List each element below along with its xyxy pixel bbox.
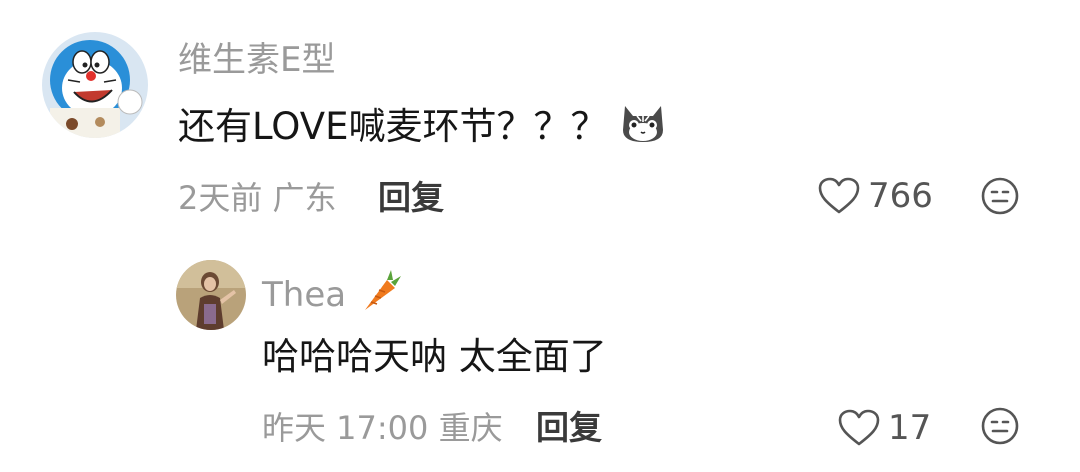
like-button[interactable]: 766 xyxy=(818,174,933,218)
comment-username[interactable]: 维生素E型 xyxy=(178,38,335,82)
comment-content: 哈哈哈天呐 太全面了 xyxy=(262,335,607,378)
neutral-face-icon xyxy=(980,177,1020,220)
comment-text: 还有LOVE喊麦环节？？？ xyxy=(178,105,608,148)
carrot-emoji xyxy=(357,268,403,325)
like-count: 17 xyxy=(888,408,932,448)
comment-username[interactable]: Thea xyxy=(262,268,403,325)
comment-meta: 2天前 广东 xyxy=(178,176,337,220)
comment-time: 2天前 xyxy=(178,179,263,217)
dislike-button[interactable] xyxy=(980,176,1020,220)
reply-button[interactable]: 回复 xyxy=(536,406,602,450)
username-text: Thea xyxy=(262,275,347,315)
comment-location: 广东 xyxy=(272,179,337,217)
like-count: 766 xyxy=(868,176,933,216)
doraemon-avatar[interactable] xyxy=(42,32,148,138)
comment-content: 还有LOVE喊麦环节？？？ xyxy=(178,100,667,157)
person-photo-avatar[interactable] xyxy=(176,260,246,330)
neutral-face-icon xyxy=(980,407,1020,450)
dislike-button[interactable] xyxy=(980,406,1020,450)
like-button[interactable]: 17 xyxy=(838,406,931,450)
cat-emoji xyxy=(619,100,667,157)
reply-button[interactable]: 回复 xyxy=(378,176,444,220)
comment-meta: 昨天 17:00 重庆 xyxy=(262,406,503,450)
heart-icon xyxy=(838,409,880,447)
heart-icon xyxy=(818,177,860,215)
comment-location: 重庆 xyxy=(438,409,503,447)
comment-time: 昨天 17:00 xyxy=(262,409,429,447)
